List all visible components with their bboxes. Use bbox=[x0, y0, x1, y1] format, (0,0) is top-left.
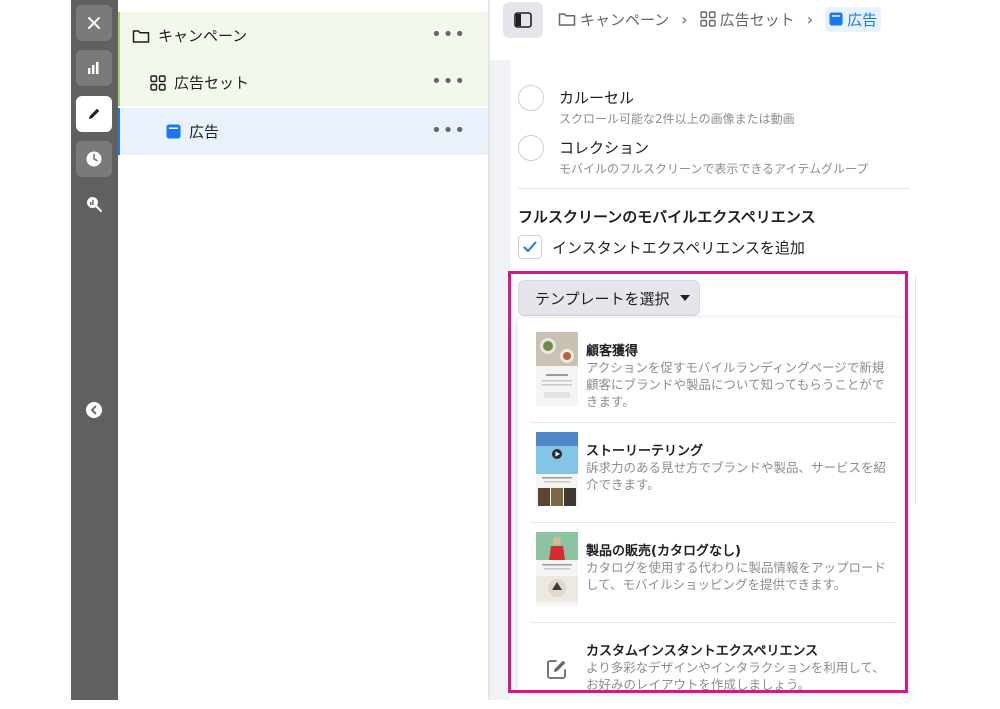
instant-experience-label: インスタントエクスペリエンスを追加 bbox=[552, 239, 805, 257]
bar-chart-icon bbox=[88, 62, 99, 74]
more-options-icon[interactable]: ••• bbox=[431, 120, 466, 141]
fullscreen-heading: フルスクリーンのモバイルエクスペリエンス bbox=[518, 208, 816, 226]
ad-icon bbox=[829, 12, 843, 26]
breadcrumb: キャンペーン › 広告セット › 広告 bbox=[558, 4, 882, 34]
carousel-description: スクロール可能な2件以上の画像または動画 bbox=[559, 112, 795, 126]
breadcrumb-label: 広告セット bbox=[719, 10, 795, 29]
history-button[interactable] bbox=[76, 141, 112, 177]
breadcrumb-label: キャンペーン bbox=[580, 10, 670, 29]
left-tool-rail bbox=[71, 0, 118, 700]
collapse-rail-button[interactable] bbox=[76, 392, 112, 428]
section-divider bbox=[518, 188, 910, 189]
breadcrumb-label: 広告 bbox=[847, 10, 878, 29]
folder-icon bbox=[558, 13, 576, 26]
more-options-icon[interactable]: ••• bbox=[431, 71, 466, 92]
grid-icon bbox=[150, 74, 166, 91]
breadcrumb-ad[interactable]: 広告 bbox=[825, 6, 882, 32]
breadcrumb-adset[interactable]: 広告セット bbox=[699, 9, 795, 30]
reports-button[interactable] bbox=[76, 50, 112, 86]
collection-title: コレクション bbox=[559, 139, 650, 157]
campaign-tree: キャンペーン ••• 広告セット ••• 広告 ••• bbox=[118, 12, 488, 155]
tree-item-label: 広告セット bbox=[174, 74, 250, 92]
breadcrumb-separator: › bbox=[681, 9, 688, 29]
ad-icon bbox=[166, 124, 181, 139]
tree-item-label: キャンペーン bbox=[158, 27, 248, 45]
tree-item-ad[interactable]: 広告 ••• bbox=[118, 108, 488, 155]
chevron-left-icon bbox=[86, 402, 102, 418]
collection-radio[interactable] bbox=[518, 135, 544, 161]
highlight-annotation-box bbox=[508, 271, 908, 693]
carousel-radio[interactable] bbox=[518, 85, 544, 111]
folder-icon bbox=[132, 29, 150, 43]
carousel-title: カルーセル bbox=[559, 89, 635, 107]
toggle-panel-button[interactable] bbox=[503, 2, 543, 38]
tree-item-campaign[interactable]: キャンペーン ••• bbox=[118, 12, 488, 59]
more-options-icon[interactable]: ••• bbox=[431, 24, 466, 45]
close-icon bbox=[88, 17, 100, 29]
grid-icon bbox=[699, 11, 716, 27]
clock-icon bbox=[86, 151, 102, 167]
breadcrumb-separator: › bbox=[806, 9, 814, 29]
sidebar-toggle-icon bbox=[514, 12, 532, 28]
tree-item-label: 広告 bbox=[189, 123, 220, 141]
breadcrumb-campaign[interactable]: キャンペーン bbox=[558, 9, 669, 30]
magnifier-chart-icon bbox=[87, 197, 103, 213]
panel-gutter bbox=[490, 60, 510, 700]
instant-experience-checkbox[interactable] bbox=[518, 235, 542, 259]
inspect-button[interactable] bbox=[76, 186, 112, 222]
close-button[interactable] bbox=[76, 5, 112, 41]
collection-description: モバイルのフルスクリーンで表示できるアイテムグループ bbox=[559, 162, 869, 176]
pencil-icon bbox=[89, 108, 100, 119]
checkmark-icon bbox=[523, 241, 537, 252]
tree-item-adset[interactable]: 広告セット ••• bbox=[118, 59, 488, 106]
edit-button[interactable] bbox=[76, 96, 112, 132]
